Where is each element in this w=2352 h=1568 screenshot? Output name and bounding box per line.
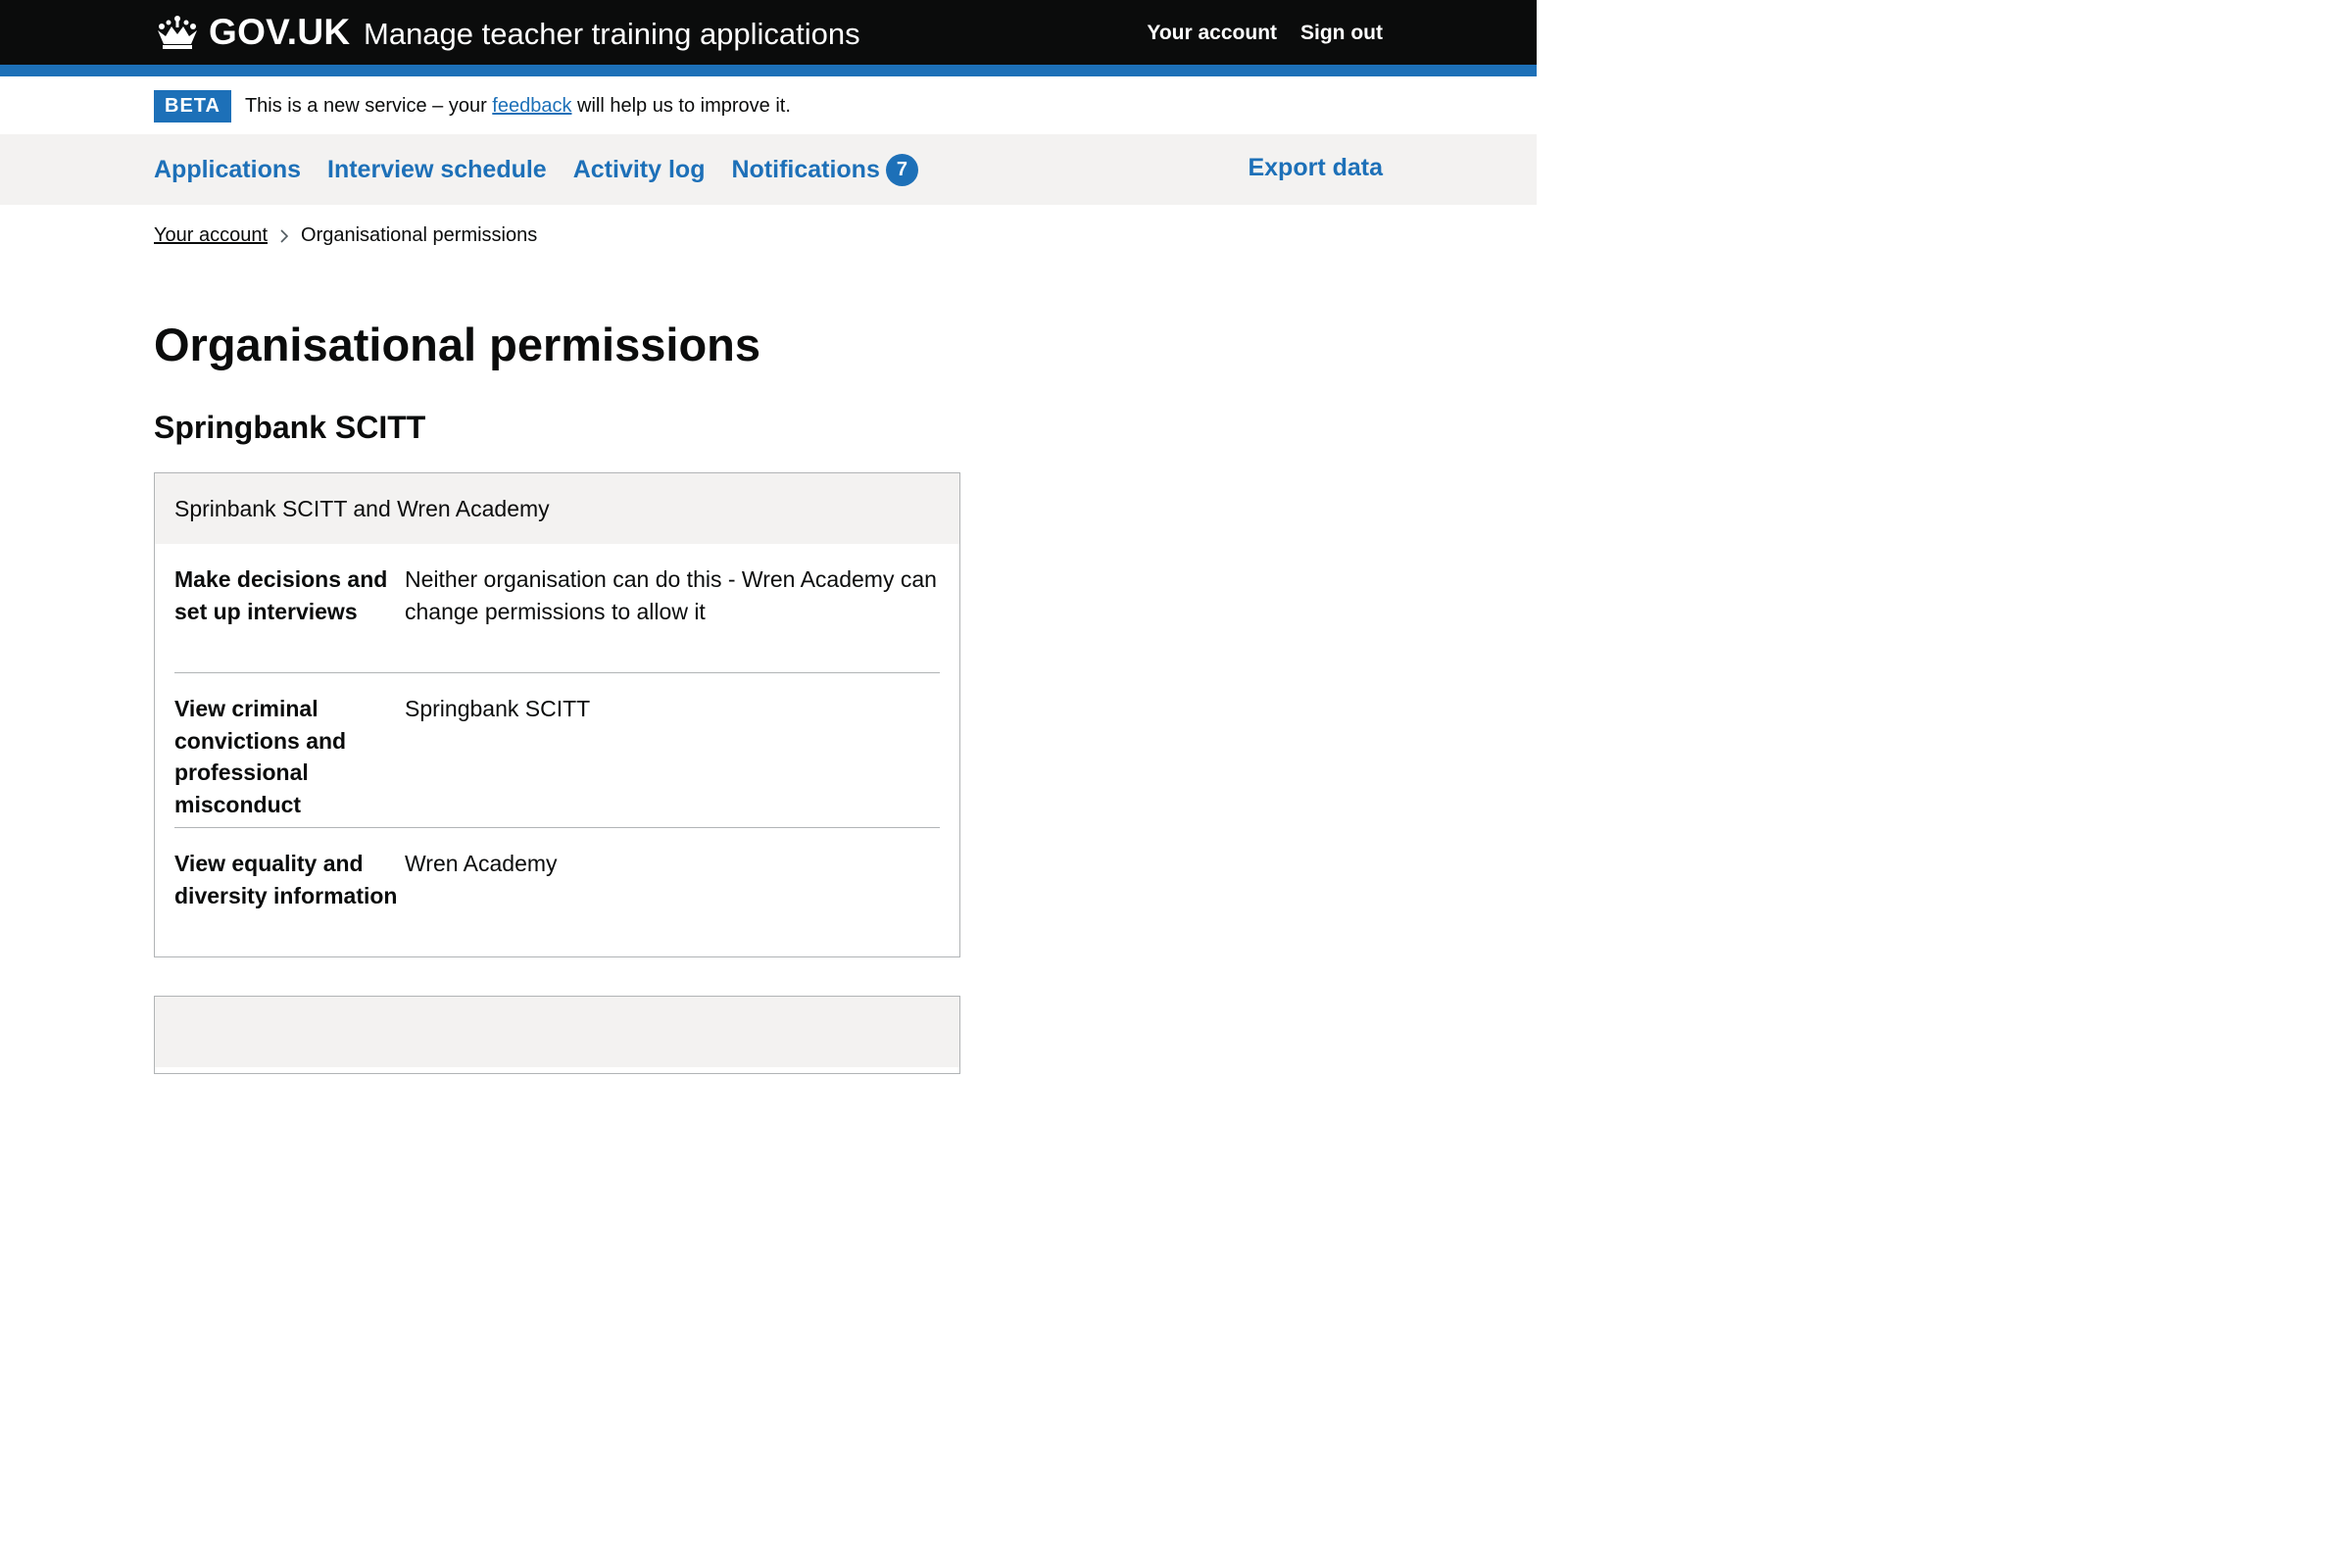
summary-row-value: Neither organisation can do this - Wren … [405,566,937,624]
summary-row-key: View equality and diversity information [174,851,398,908]
summary-list: Make decisions and set up interviews Nei… [155,544,959,946]
breadcrumb: Your account Organisational permissions [154,224,537,247]
breadcrumb-current: Organisational permissions [301,224,538,246]
service-name-link[interactable]: Manage teacher training applications [364,15,860,54]
organisation-heading: Springbank SCITT [154,410,426,445]
permissions-summary-card: Sprinbank SCITT and Wren Academy Make de… [154,472,960,957]
summary-row: View equality and diversity information … [174,828,940,946]
card-title: Sprinbank SCITT and Wren Academy [155,473,959,544]
summary-row-key: Make decisions and set up interviews [174,566,388,624]
page-title: Organisational permissions [154,318,761,370]
header-account-links: Your account Sign out [1147,22,1383,45]
next-permissions-card [154,996,960,1074]
summary-row-key: View criminal convictions and profession… [174,696,347,817]
next-card-header [155,997,959,1067]
breadcrumb-your-account[interactable]: Your account [154,224,268,247]
crown-icon [158,16,197,49]
nav-interview-schedule[interactable]: Interview schedule [327,156,547,184]
site-header: GOV.UK Manage teacher training applicati… [0,0,1537,65]
nav-activity-log[interactable]: Activity log [573,156,706,184]
your-account-link[interactable]: Your account [1147,22,1277,45]
nav-notifications[interactable]: Notifications 7 [731,154,918,186]
beta-tag: BETA [154,89,231,122]
phase-text-after: will help us to improve it. [571,94,791,117]
summary-row-value: Wren Academy [405,851,558,876]
summary-row: View criminal convictions and profession… [174,673,940,828]
notifications-count-badge: 7 [885,154,918,186]
summary-row: Make decisions and set up interviews Nei… [174,544,940,673]
primary-navigation: Applications Interview schedule Activity… [0,134,1537,205]
phase-banner-text: This is a new service – your feedback wi… [245,95,791,118]
logo-text: GOV.UK [209,12,351,52]
phase-text-before: This is a new service – your [244,94,493,117]
phase-banner: BETA This is a new service – your feedba… [154,89,791,122]
nav-applications[interactable]: Applications [154,156,301,184]
feedback-link[interactable]: feedback [492,95,571,117]
chevron-right-icon [280,228,289,243]
sign-out-link[interactable]: Sign out [1300,22,1383,45]
nav-export-data[interactable]: Export data [1248,154,1383,182]
summary-row-value: Springbank SCITT [405,696,591,721]
govuk-logo-link[interactable]: GOV.UK [154,12,350,53]
nav-notifications-label: Notifications [731,156,880,183]
header-blue-stripe [0,65,1537,76]
